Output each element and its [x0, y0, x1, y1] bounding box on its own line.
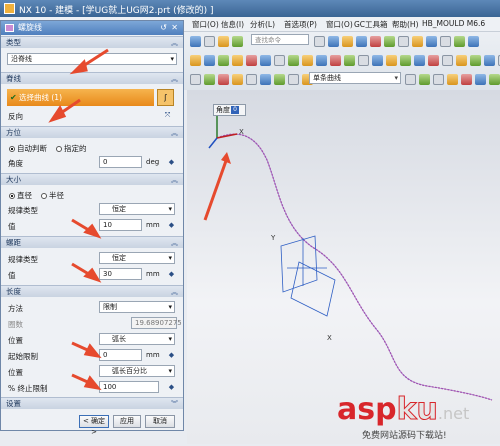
menu-analysis[interactable]: 分析(L) — [250, 19, 275, 30]
snap-mid-icon[interactable] — [461, 73, 472, 85]
layer-icon[interactable] — [328, 35, 339, 47]
csys-y-label: Y — [270, 234, 276, 242]
stop-icon[interactable] — [433, 73, 444, 85]
graphics-window[interactable]: Z X Y X — [187, 90, 500, 444]
command-search-input[interactable]: 查找命令 — [251, 34, 309, 45]
rect-select-icon[interactable] — [246, 73, 257, 85]
hole-icon[interactable] — [232, 54, 243, 66]
menu-window[interactable]: 窗口(O) — [192, 19, 219, 30]
helix-spine — [216, 133, 493, 401]
search-icon[interactable] — [314, 35, 325, 47]
menu-preferences[interactable]: 首选项(P) — [284, 19, 317, 30]
mirror-icon[interactable] — [316, 54, 327, 66]
pattern-icon[interactable] — [302, 54, 313, 66]
chevron-down-icon: ▾ — [394, 74, 398, 82]
menu-gc-toolbox[interactable]: GC工具箱 — [354, 19, 388, 30]
y-axis-line — [208, 137, 218, 149]
model-view: Z X Y X — [203, 106, 493, 401]
toolbar-row-3 — [190, 72, 313, 86]
wcs-icon[interactable] — [342, 35, 353, 47]
toolbar-row-1b — [314, 34, 479, 48]
csys-x-label: X — [327, 334, 332, 342]
toolbar-row-2 — [190, 53, 500, 67]
dialog-annotations — [48, 48, 109, 391]
zoom-icon[interactable] — [218, 35, 229, 47]
render-style-icon[interactable] — [356, 35, 367, 47]
select-arrow-icon[interactable] — [218, 73, 229, 85]
menu-window2[interactable]: 窗口(O) — [326, 19, 353, 30]
hide-icon[interactable] — [440, 35, 451, 47]
show-hide-icon[interactable] — [384, 35, 395, 47]
watermark-net: .net — [437, 404, 470, 423]
view-icon[interactable] — [190, 35, 201, 47]
boolean-icon[interactable] — [246, 54, 257, 66]
watermark-asp: asp — [337, 392, 397, 427]
assembly-icon[interactable] — [288, 73, 299, 85]
toolbar-row-1 — [190, 34, 243, 48]
filter-icon[interactable] — [204, 73, 215, 85]
plane-icon[interactable] — [470, 54, 481, 66]
selection-filter-dropdown[interactable]: 单条曲线 ▾ — [309, 72, 401, 84]
menu-help[interactable]: 帮助(H) — [392, 19, 419, 30]
point-icon[interactable] — [456, 54, 467, 66]
intent-icon[interactable] — [419, 73, 430, 85]
trim-icon[interactable] — [330, 54, 341, 66]
sketch-icon[interactable] — [190, 54, 201, 66]
blend-icon[interactable] — [260, 54, 271, 66]
sweep-icon[interactable] — [372, 54, 383, 66]
datum-csys[interactable] — [280, 235, 336, 317]
thicken-icon[interactable] — [386, 54, 397, 66]
helix-curve[interactable] — [216, 133, 493, 401]
part-nav-icon[interactable] — [274, 73, 285, 85]
chamfer-icon[interactable] — [274, 54, 285, 66]
revolve-icon[interactable] — [218, 54, 229, 66]
angle-input-box[interactable]: 角度 0 — [213, 104, 246, 116]
rotate-icon[interactable] — [232, 35, 243, 47]
mesh-icon[interactable] — [414, 54, 425, 66]
selection-filter-value: 单条曲线 — [313, 74, 341, 82]
snap-center-icon[interactable] — [475, 73, 486, 85]
watermark-ku: ku — [396, 392, 438, 428]
color-icon[interactable] — [370, 35, 381, 47]
triad-x-label: X — [239, 128, 244, 136]
angle-box-label: 角度 — [216, 106, 230, 114]
menu-hb-mould[interactable]: HB_MOULD M6.6 — [422, 19, 485, 28]
extrude-icon[interactable] — [204, 54, 215, 66]
snap-end-icon[interactable] — [447, 73, 458, 85]
fit-icon[interactable] — [204, 35, 215, 47]
surface-icon[interactable] — [400, 54, 411, 66]
red-annotation-arrow — [203, 157, 229, 221]
datum-icon[interactable] — [484, 54, 495, 66]
watermark-subtitle: 免费网站源码下载站! — [362, 431, 447, 441]
site-watermark: aspku.net — [337, 392, 470, 428]
snap-icon[interactable] — [454, 35, 465, 47]
analysis-icon[interactable] — [428, 54, 439, 66]
annotation-arrows — [48, 48, 109, 391]
grid-icon[interactable] — [398, 35, 409, 47]
display-icon[interactable] — [468, 35, 479, 47]
draft-icon[interactable] — [358, 54, 369, 66]
offset-icon[interactable] — [344, 54, 355, 66]
toolbar-row-3b — [405, 72, 500, 86]
section-icon[interactable] — [426, 35, 437, 47]
measure-icon[interactable] — [412, 35, 423, 47]
class-select-icon[interactable] — [260, 73, 271, 85]
angle-box-value[interactable]: 0 — [231, 106, 239, 114]
snap-quad-icon[interactable] — [489, 73, 500, 85]
shell-icon[interactable] — [288, 54, 299, 66]
curve-rule-icon[interactable] — [405, 73, 416, 85]
curve-icon[interactable] — [442, 54, 453, 66]
menu-info[interactable]: 信息(I) — [221, 19, 244, 30]
menu-icon[interactable] — [190, 73, 201, 85]
snap-point-icon[interactable] — [232, 73, 243, 85]
